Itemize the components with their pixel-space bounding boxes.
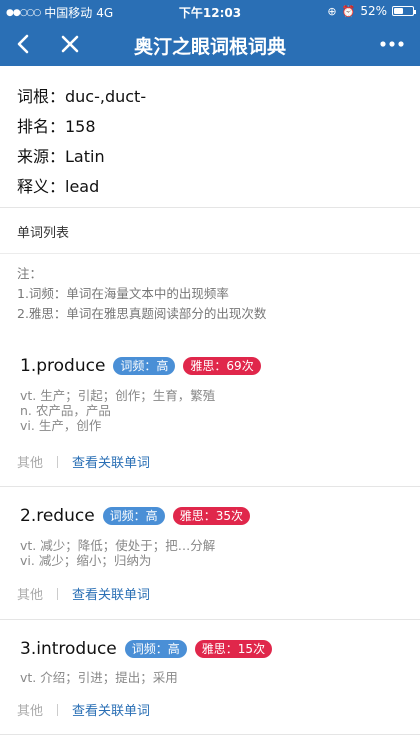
word-header: 2.reduce 词频：高 雅思：35次 bbox=[20, 506, 250, 526]
word-title[interactable]: 1.produce bbox=[20, 356, 105, 376]
definitions: vt. 介绍；引进；提出；采用 bbox=[20, 670, 178, 685]
frequency-badge: 词频：高 bbox=[113, 357, 176, 375]
rotation-lock-icon: ⊕ bbox=[327, 4, 337, 18]
definition-line: vt. 生产；引起；创作；生育，繁殖 bbox=[20, 388, 216, 403]
definition-line: vi. 减少；缩小；归纳为 bbox=[20, 553, 152, 568]
other-button[interactable]: 其他 bbox=[17, 700, 43, 719]
note-line-1: 1.词频：单词在海量文本中的出现频率 bbox=[17, 286, 229, 301]
note-line-2: 2.雅思：单词在雅思真题阅读部分的出现次数 bbox=[17, 306, 267, 321]
word-actions: 其他 查看关联单词 bbox=[17, 700, 150, 719]
nav-bar: 奥汀之眼词根词典 bbox=[0, 22, 420, 66]
meaning-value: 释义：lead bbox=[17, 177, 100, 196]
related-words-link[interactable]: 查看关联单词 bbox=[72, 584, 150, 603]
word-actions: 其他 查看关联单词 bbox=[17, 452, 150, 471]
more-button[interactable] bbox=[376, 30, 408, 58]
definition-line: vi. 生产，创作 bbox=[20, 418, 102, 433]
definitions: vt. 生产；引起；创作；生育，繁殖 n. 农产品，产品 vi. 生产，创作 bbox=[20, 388, 215, 433]
divider bbox=[57, 587, 59, 600]
other-button[interactable]: 其他 bbox=[17, 452, 43, 471]
definition-line: n. 农产品，产品 bbox=[20, 403, 111, 418]
related-words-link[interactable]: 查看关联单词 bbox=[72, 452, 150, 471]
alarm-icon: ⏰ bbox=[341, 4, 356, 18]
word-title[interactable]: 3.introduce bbox=[20, 639, 117, 659]
word-card: 1.produce 词频：高 雅思：69次 vt. 生产；引起；创作；生育，繁殖… bbox=[0, 340, 420, 487]
battery-fill bbox=[394, 8, 403, 14]
word-header: 3.introduce 词频：高 雅思：15次 bbox=[20, 639, 273, 659]
ielts-badge: 雅思：15次 bbox=[194, 640, 273, 658]
frequency-badge: 词频：高 bbox=[124, 640, 187, 658]
rank-value: 排名：158 bbox=[17, 117, 96, 136]
word-header: 1.produce 词频：高 雅思：69次 bbox=[20, 356, 261, 376]
status-bar: ●●○○○ 中国移动 4G 下午12:03 ⊕ ⏰ 52% bbox=[0, 0, 420, 22]
close-icon bbox=[61, 35, 79, 53]
back-button[interactable] bbox=[10, 30, 38, 58]
word-actions: 其他 查看关联单词 bbox=[17, 584, 150, 603]
source-value: 来源：Latin bbox=[17, 147, 105, 166]
word-card: 2.reduce 词频：高 雅思：35次 vt. 减少；降低；使处于；把…分解 … bbox=[0, 487, 420, 620]
status-right: ⊕ ⏰ 52% bbox=[327, 4, 416, 18]
more-icon bbox=[380, 41, 404, 47]
word-title[interactable]: 2.reduce bbox=[20, 506, 95, 526]
ielts-badge: 雅思：35次 bbox=[172, 507, 250, 525]
note-head: 注： bbox=[17, 266, 43, 281]
related-words-link[interactable]: 查看关联单词 bbox=[72, 700, 150, 719]
close-button[interactable] bbox=[56, 30, 84, 58]
word-list-heading: 单词列表 bbox=[0, 208, 420, 254]
chevron-left-icon bbox=[17, 34, 29, 54]
root-info: 词根：duc-,duct- 排名：158 来源：Latin 释义：lead bbox=[0, 66, 420, 208]
root-value: 词根：duc-,duct- bbox=[17, 87, 147, 106]
battery-icon bbox=[392, 6, 416, 16]
definition-line: vt. 介绍；引进；提出；采用 bbox=[20, 670, 178, 685]
other-button[interactable]: 其他 bbox=[17, 584, 43, 603]
divider bbox=[57, 455, 59, 468]
battery-percent: 52% bbox=[360, 4, 387, 18]
frequency-badge: 词频：高 bbox=[102, 507, 165, 525]
word-card: 3.introduce 词频：高 雅思：15次 vt. 介绍；引进；提出；采用 … bbox=[0, 620, 420, 735]
definition-line: vt. 减少；降低；使处于；把…分解 bbox=[20, 538, 216, 553]
definitions: vt. 减少；降低；使处于；把…分解 vi. 减少；缩小；归纳为 bbox=[20, 538, 215, 568]
note-block: 注： 1.词频：单词在海量文本中的出现频率 2.雅思：单词在雅思真题阅读部分的出… bbox=[17, 264, 407, 324]
ielts-badge: 雅思：69次 bbox=[183, 357, 261, 375]
divider bbox=[57, 703, 59, 716]
